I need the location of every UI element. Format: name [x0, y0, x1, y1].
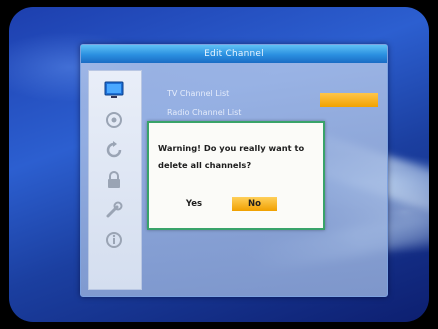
tv-icon[interactable]	[102, 79, 126, 101]
menu-selection-highlight	[320, 93, 378, 107]
warning-message-line1: Warning! Do you really want to	[158, 143, 305, 153]
warning-message-line2: delete all channels?	[158, 160, 252, 170]
info-icon[interactable]	[102, 229, 126, 251]
no-button[interactable]: No	[232, 197, 277, 211]
tv-screen: Edit Channel TV Channel List Radio Chann…	[9, 7, 429, 322]
warning-message: Warning! Do you really want to delete al…	[158, 140, 318, 174]
menu-title: Edit Channel	[81, 45, 387, 63]
menu-item-radio-channel-list[interactable]: Radio Channel List	[167, 105, 241, 121]
tools-icon[interactable]	[102, 199, 126, 221]
menu-item-tv-channel-list[interactable]: TV Channel List	[167, 86, 229, 102]
satellite-icon[interactable]	[102, 109, 126, 131]
refresh-icon[interactable]	[102, 139, 126, 161]
yes-button[interactable]: Yes	[174, 197, 214, 211]
warning-dialog: Warning! Do you really want to delete al…	[147, 121, 325, 230]
menu-sidebar	[88, 70, 142, 290]
lock-icon[interactable]	[102, 169, 126, 191]
